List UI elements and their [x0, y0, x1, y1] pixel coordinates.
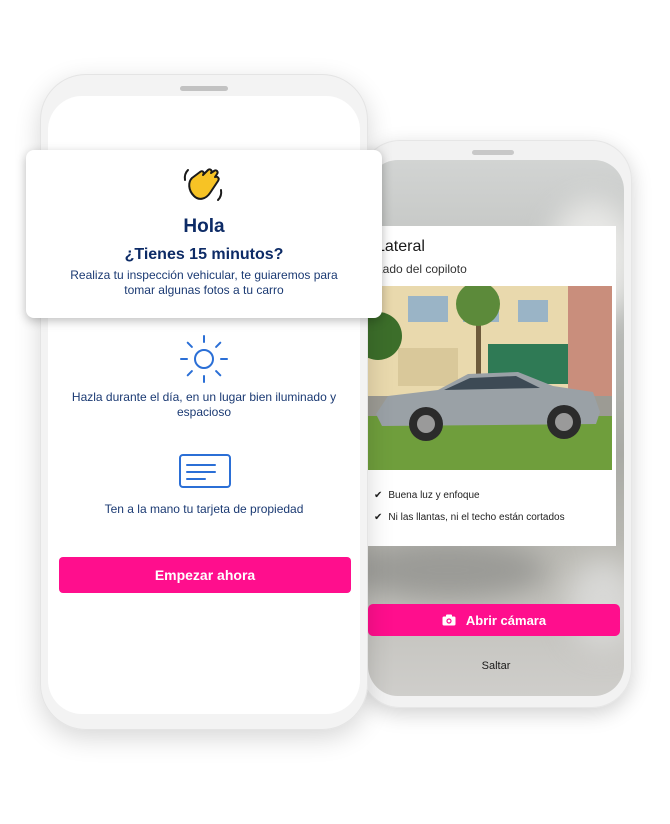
photo-guide-card: Lateral Lado del copiloto ✔ Buena luz y …: [368, 226, 616, 546]
greeting-title: Hola: [183, 216, 225, 237]
sun-icon: [180, 335, 228, 383]
tip-daylight: Hazla durante el día, en un lugar bien i…: [71, 390, 337, 419]
check-item: ✔ Ni las llantas, ni el techo están cort…: [374, 512, 565, 523]
step-title: Lateral: [376, 238, 425, 255]
check-item-label: Ni las llantas, ni el techo están cortad…: [388, 512, 565, 523]
checkmark-icon: ✔: [374, 490, 383, 501]
example-car-photo: [368, 286, 612, 470]
id-card-icon: [179, 454, 231, 488]
greeting-card: Hola ¿Tienes 15 minutos? Realiza tu insp…: [26, 150, 382, 318]
start-now-button[interactable]: Empezar ahora: [59, 557, 351, 593]
check-item: ✔ Buena luz y enfoque: [374, 490, 480, 501]
phone-speaker: [472, 150, 514, 155]
open-camera-label: Abrir cámara: [465, 612, 547, 628]
photo-step-screen: Lateral Lado del copiloto ✔ Buena luz y …: [368, 160, 624, 696]
step-subtitle: Lado del copiloto: [376, 262, 467, 276]
car-illustration: [368, 286, 612, 470]
waving-hand-icon: [183, 168, 223, 201]
check-item-label: Buena luz y enfoque: [388, 490, 480, 501]
background-blur: [368, 540, 548, 600]
greeting-description: Realiza tu inspección vehicular, te guia…: [70, 268, 338, 297]
photo-step-phone: Lateral Lado del copiloto ✔ Buena luz y …: [360, 140, 632, 708]
checkmark-icon: ✔: [374, 512, 383, 523]
phone-speaker: [180, 86, 228, 91]
camera-icon: [442, 614, 456, 626]
open-camera-button[interactable]: Abrir cámara: [368, 604, 620, 636]
greeting-subtitle: ¿Tienes 15 minutos?: [124, 246, 284, 263]
skip-link[interactable]: Saltar: [368, 660, 624, 672]
tip-property-card: Ten a la mano tu tarjeta de propiedad: [104, 502, 304, 516]
